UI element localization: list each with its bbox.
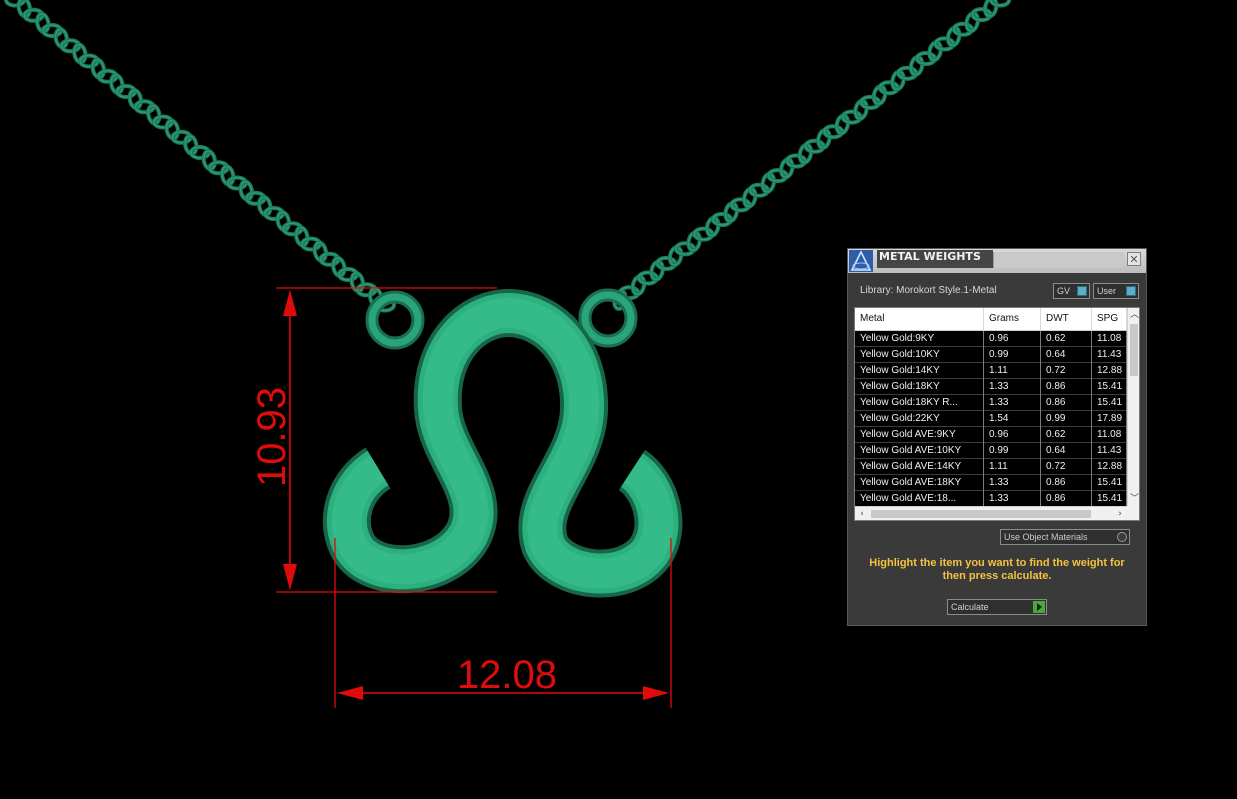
cell-grams: 0.96 [984,427,1041,443]
chain-left [3,0,397,313]
cell-dwt: 0.86 [1041,395,1092,411]
cell-metal: Yellow Gold:22KY [855,411,984,427]
scroll-thumb[interactable] [1130,324,1138,376]
cell-dwt: 0.62 [1041,427,1092,443]
table-row[interactable]: Yellow Gold AVE:18... 1.33 0.86 15.41 [855,491,1127,507]
cell-metal: Yellow Gold:18KY R... [855,395,984,411]
table-row[interactable]: Yellow Gold:22KY 1.54 0.99 17.89 [855,411,1127,427]
cell-spg: 11.43 [1092,347,1127,363]
cell-grams: 1.11 [984,459,1041,475]
cell-grams: 1.33 [984,379,1041,395]
cell-grams: 1.33 [984,475,1041,491]
cell-metal: Yellow Gold AVE:10KY [855,443,984,459]
calculate-button[interactable]: Calculate [947,599,1047,615]
instructions-text: Highlight the item you want to find the … [869,557,1125,582]
cell-metal: Yellow Gold:18KY [855,379,984,395]
calculate-label: Calculate [951,602,989,612]
titlebar-spacer [993,252,1124,268]
panel-titlebar[interactable]: METAL WEIGHTS ✕ [848,249,1146,273]
cell-spg: 15.41 [1092,475,1127,491]
scroll-right-icon[interactable]: › [1113,507,1127,520]
table-row[interactable]: Yellow Gold AVE:18KY 1.33 0.86 15.41 [855,475,1127,491]
play-icon [1033,601,1045,613]
cell-dwt: 0.99 [1041,411,1092,427]
use-object-materials-label: Use Object Materials [1004,532,1088,542]
cell-grams: 1.11 [984,363,1041,379]
column-header-spg[interactable]: SPG [1092,308,1127,330]
cell-spg: 15.41 [1092,491,1127,507]
user-toggle-indicator [1126,286,1136,296]
cell-dwt: 0.64 [1041,443,1092,459]
use-object-materials-option[interactable]: Use Object Materials [1000,529,1130,545]
jump-ring-right [578,288,638,348]
cell-spg: 12.88 [1092,363,1127,379]
table-row[interactable]: Yellow Gold:14KY 1.11 0.72 12.88 [855,363,1127,379]
cell-dwt: 0.86 [1041,491,1092,507]
cell-grams: 1.33 [984,395,1041,411]
leo-pendant [322,289,683,598]
cell-grams: 0.99 [984,347,1041,363]
cell-metal: Yellow Gold:9KY [855,331,984,347]
scrollbar-corner [1127,506,1139,520]
cell-dwt: 0.86 [1041,379,1092,395]
scroll-down-icon[interactable]: ﹀ [1128,492,1139,506]
gv-toggle[interactable]: GV [1053,283,1090,299]
table-row[interactable]: Yellow Gold:9KY 0.96 0.62 11.08 [855,331,1127,347]
height-value: 10.93 [250,387,294,487]
cell-grams: 1.54 [984,411,1041,427]
table-row[interactable]: Yellow Gold:18KY R... 1.33 0.86 15.41 [855,395,1127,411]
radio-icon[interactable] [1117,532,1127,542]
app-logo-icon [849,250,873,272]
cell-grams: 0.99 [984,443,1041,459]
cell-spg: 11.43 [1092,443,1127,459]
cell-spg: 12.88 [1092,459,1127,475]
width-value: 12.08 [457,653,557,697]
panel-title: METAL WEIGHTS [877,250,993,268]
column-header-grams[interactable]: Grams [984,308,1041,330]
scroll-left-icon[interactable]: ‹ [855,507,869,520]
table-row[interactable]: Yellow Gold:18KY 1.33 0.86 15.41 [855,379,1127,395]
scroll-up-icon[interactable]: ︿ [1128,308,1139,322]
cell-spg: 17.89 [1092,411,1127,427]
cell-grams: 0.96 [984,331,1041,347]
cell-spg: 15.41 [1092,379,1127,395]
table-body: Yellow Gold:9KY 0.96 0.62 11.08 Yellow Gold:… [855,331,1127,507]
cell-metal: Yellow Gold:14KY [855,363,984,379]
cell-metal: Yellow Gold AVE:9KY [855,427,984,443]
cell-metal: Yellow Gold AVE:14KY [855,459,984,475]
cell-grams: 1.33 [984,491,1041,507]
cell-dwt: 0.86 [1041,475,1092,491]
column-header-metal[interactable]: Metal [855,308,984,330]
library-label: Library: Morokort Style.1-Metal [860,285,997,296]
cell-dwt: 0.72 [1041,363,1092,379]
cell-spg: 11.08 [1092,331,1127,347]
gv-toggle-label: GV [1057,286,1071,296]
cell-metal: Yellow Gold:10KY [855,347,984,363]
cell-metal: Yellow Gold AVE:18KY [855,475,984,491]
cell-spg: 15.41 [1092,395,1127,411]
cell-dwt: 0.72 [1041,459,1092,475]
table-row[interactable]: Yellow Gold AVE:14KY 1.11 0.72 12.88 [855,459,1127,475]
table-row[interactable]: Yellow Gold AVE:10KY 0.99 0.64 11.43 [855,443,1127,459]
cell-spg: 11.08 [1092,427,1127,443]
metal-weights-panel: METAL WEIGHTS ✕ Library: Morokort Style.… [847,248,1147,626]
cell-dwt: 0.62 [1041,331,1092,347]
horizontal-scrollbar[interactable]: ‹ › [855,506,1127,520]
cell-dwt: 0.64 [1041,347,1092,363]
close-button[interactable]: ✕ [1127,252,1141,266]
table-row[interactable]: Yellow Gold:10KY 0.99 0.64 11.43 [855,347,1127,363]
vertical-scrollbar[interactable]: ︿ ﹀ [1127,308,1139,506]
cell-metal: Yellow Gold AVE:18... [855,491,984,507]
metal-table[interactable]: Metal Grams DWT SPG Yellow Gold:9KY 0.96 0… [854,307,1140,521]
gv-toggle-indicator [1077,286,1087,296]
table-header: Metal Grams DWT SPG [855,308,1127,331]
user-toggle-label: User [1097,286,1117,296]
column-header-dwt[interactable]: DWT [1041,308,1092,330]
user-toggle[interactable]: User [1093,283,1139,299]
table-row[interactable]: Yellow Gold AVE:9KY 0.96 0.62 11.08 [855,427,1127,443]
hscroll-thumb[interactable] [871,510,1091,518]
